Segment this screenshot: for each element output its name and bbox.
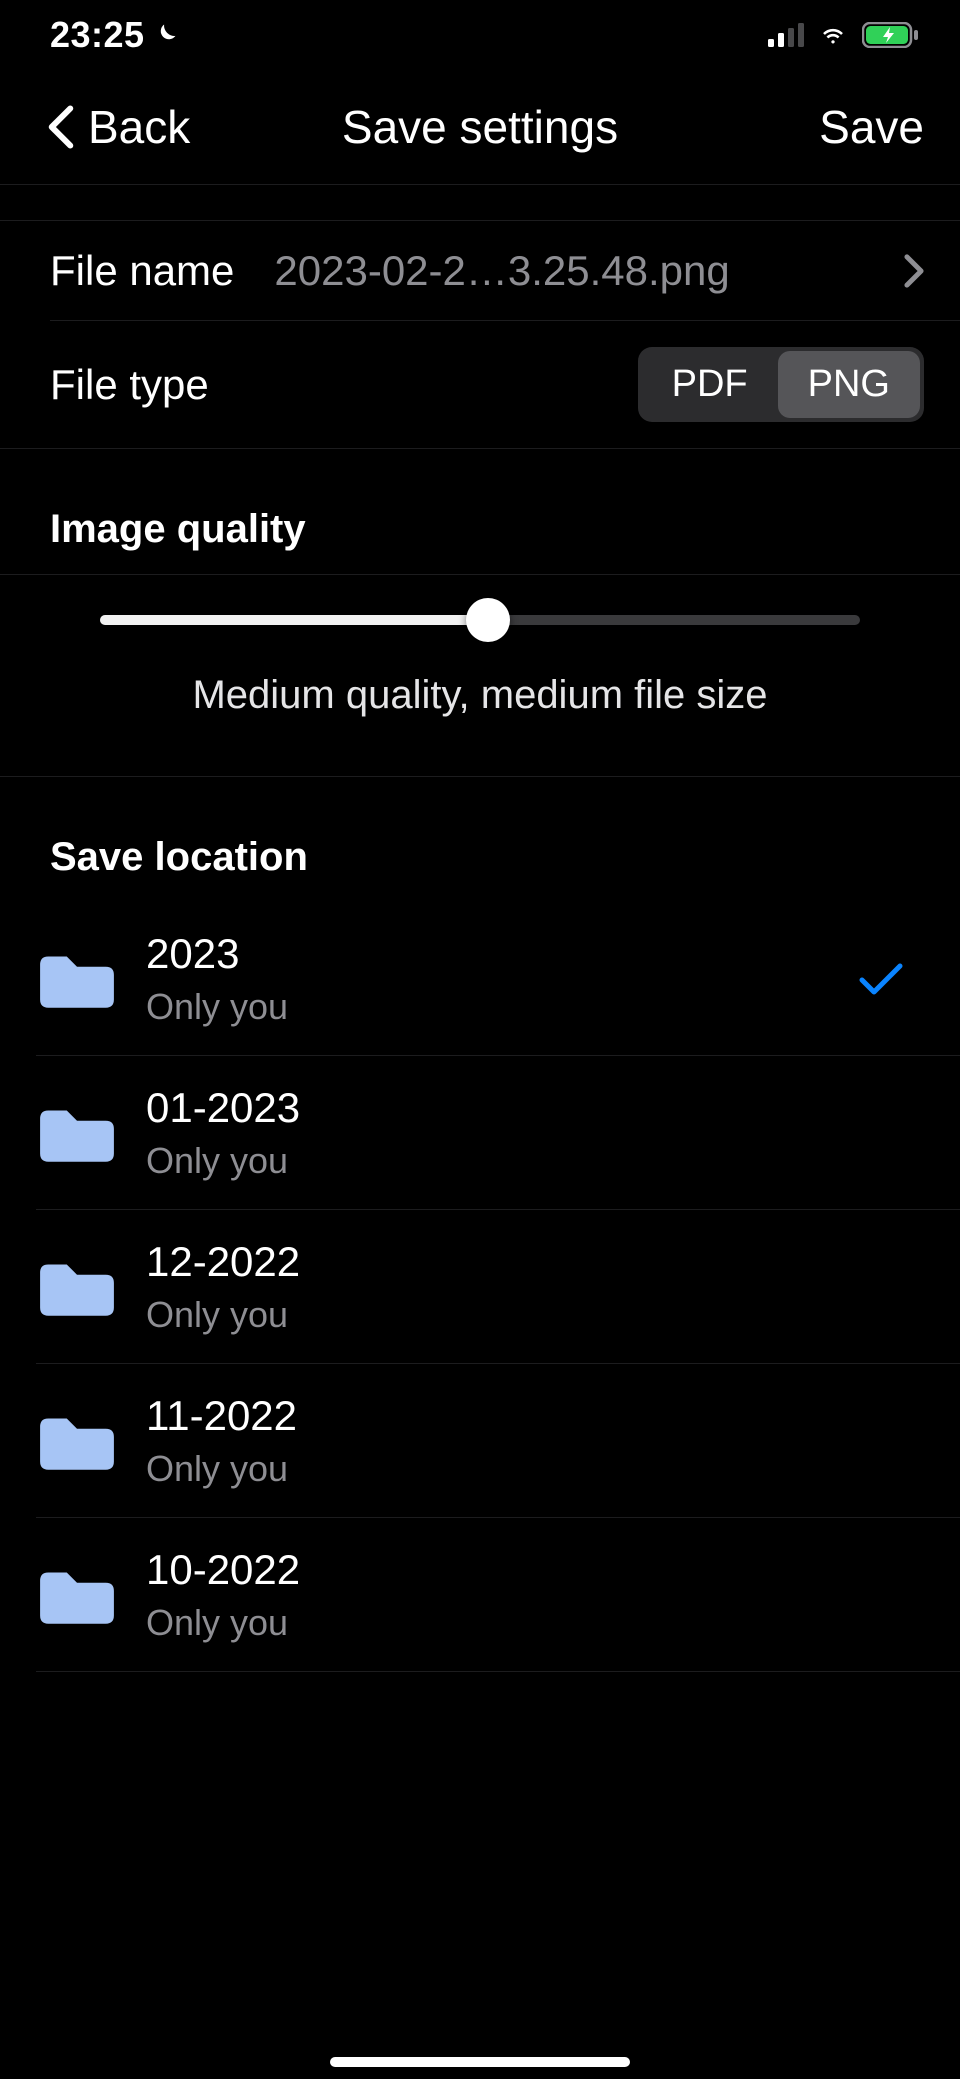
status-right [768,22,920,48]
back-label: Back [88,100,190,154]
quality-slider[interactable] [100,615,860,625]
quality-slider-thumb[interactable] [466,598,510,642]
folder-icon [36,1409,126,1473]
folder-text: 01-2023 Only you [146,1084,924,1182]
filetype-label: File type [50,361,209,409]
battery-charging-icon [862,22,920,48]
filename-row[interactable]: File name 2023-02-2…3.25.48.png [0,221,960,321]
check-icon [858,962,904,996]
folder-subtitle: Only you [146,1448,924,1490]
folder-icon [36,1255,126,1319]
status-left: 23:25 [50,14,179,56]
home-indicator [330,2057,630,2067]
folder-row[interactable]: 2023 Only you [0,902,960,1056]
save-location-header: Save location [0,777,960,902]
folder-subtitle: Only you [146,1294,924,1336]
wifi-icon [816,23,850,47]
folder-text: 11-2022 Only you [146,1392,924,1490]
filename-label: File name [50,247,234,295]
folder-subtitle: Only you [146,1602,924,1644]
save-button[interactable]: Save [819,100,924,154]
folder-icon [36,1101,126,1165]
folder-name: 01-2023 [146,1084,924,1132]
cellular-icon [768,23,804,47]
filetype-segmented: PDF PNG [638,347,924,422]
folder-row[interactable]: 10-2022 Only you [0,1518,960,1672]
folder-icon [36,947,126,1011]
filename-value: 2023-02-2…3.25.48.png [274,247,880,295]
page-title: Save settings [342,100,618,154]
folder-text: 10-2022 Only you [146,1546,924,1644]
quality-caption: Medium quality, medium file size [100,625,860,748]
folder-name: 10-2022 [146,1546,924,1594]
image-quality-header: Image quality [0,449,960,574]
folder-row[interactable]: 11-2022 Only you [0,1364,960,1518]
nav-bar: Back Save settings Save [0,70,960,185]
folder-row[interactable]: 01-2023 Only you [0,1056,960,1210]
folder-row[interactable]: 12-2022 Only you [0,1210,960,1364]
folder-list: 2023 Only you 01-2023 Only you 12-2022 Only y… [0,902,960,1672]
filetype-pdf-segment[interactable]: PDF [642,351,778,418]
status-time: 23:25 [50,14,145,56]
folder-name: 2023 [146,930,858,978]
filetype-png-segment[interactable]: PNG [778,351,920,418]
back-button[interactable]: Back [48,100,190,154]
chevron-left-icon [48,104,74,150]
folder-name: 12-2022 [146,1238,924,1286]
folder-subtitle: Only you [146,1140,924,1182]
folder-text: 2023 Only you [146,930,858,1028]
quality-slider-fill [100,615,488,625]
folder-text: 12-2022 Only you [146,1238,924,1336]
filetype-row: File type PDF PNG [0,321,960,449]
quality-slider-container: Medium quality, medium file size [0,574,960,777]
spacer [0,185,960,221]
folder-name: 11-2022 [146,1392,924,1440]
status-bar: 23:25 [0,0,960,70]
chevron-right-icon [904,254,924,288]
folder-icon [36,1563,126,1627]
moon-icon [151,21,179,49]
folder-subtitle: Only you [146,986,858,1028]
